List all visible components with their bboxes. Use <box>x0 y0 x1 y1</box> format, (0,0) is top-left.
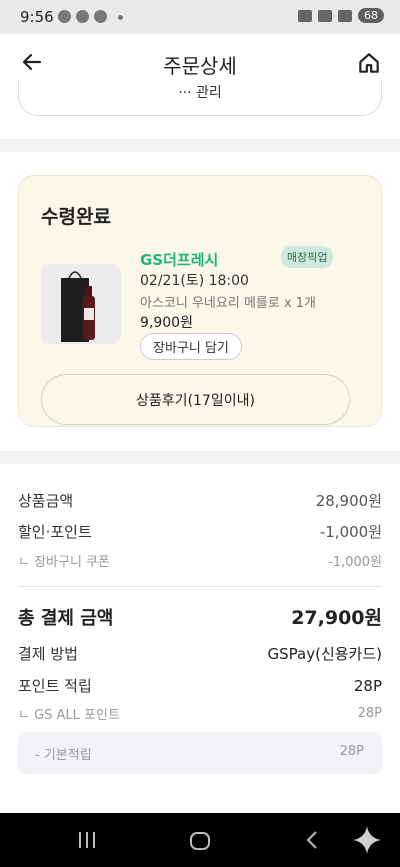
gs-all-points-label: ㄴ GS ALL 포인트 <box>18 708 120 723</box>
product-price: 9,900원 <box>140 315 193 331</box>
gs-all-points-row: ㄴ GS ALL 포인트 28P <box>18 704 382 723</box>
coupon-row: ㄴ 장바구니 쿠폰 -1,000원 <box>18 551 382 570</box>
product-name[interactable]: 아스코니 우네요리 메를로 x 1개 <box>140 292 316 311</box>
discount-row: 할인·포인트 -1,000원 <box>18 521 382 542</box>
product-review-button[interactable]: 상품후기(17일이내) <box>41 374 350 425</box>
coupon-value: -1,000원 <box>328 555 382 570</box>
order-date: 02/21(토) 18:00 <box>140 273 249 289</box>
whatsapp-icon <box>58 10 71 23</box>
product-image[interactable] <box>41 264 121 344</box>
section-divider <box>0 139 400 152</box>
system-home-icon[interactable] <box>190 832 210 850</box>
mute-icon <box>298 9 312 22</box>
store-name: GS더프레시 <box>140 251 219 269</box>
coupon-label: ㄴ 장바구니 쿠폰 <box>18 555 110 570</box>
summary-divider <box>18 586 382 587</box>
payment-method-label: 결제 방법 <box>18 645 78 663</box>
page-title: 주문상세 <box>163 54 237 78</box>
product-amount-row: 상품금액 28,900원 <box>18 490 382 511</box>
assistant-sparkle-icon[interactable] <box>352 825 382 855</box>
discount-label: 할인·포인트 <box>18 523 92 541</box>
discount-value: -1,000원 <box>319 523 382 541</box>
system-nav-bar <box>0 813 400 867</box>
gs-all-points-value: 28P <box>357 706 382 721</box>
order-card: 수령완료 GS더프레시 매장픽업 02/21(토) 18:00 아스코니 우네요… <box>18 175 382 427</box>
product-amount-value: 28,900원 <box>315 492 382 510</box>
signal-icon <box>338 9 352 22</box>
previous-card-label: ··· 관리 <box>178 85 222 101</box>
section-divider <box>0 451 400 464</box>
notification-dot-icon <box>118 15 123 20</box>
total-value: 27,900원 <box>291 607 382 629</box>
previous-card: ··· 관리 <box>18 80 382 116</box>
system-back-icon[interactable] <box>302 829 322 851</box>
wifi-icon <box>318 9 332 22</box>
payment-method-row: 결제 방법 GSPay(신용카드) <box>18 643 382 664</box>
order-status: 수령완료 <box>41 206 111 228</box>
basic-points-box: - 기본적립 28P <box>18 732 382 774</box>
payment-method-value: GSPay(신용카드) <box>267 645 383 663</box>
wine-bag-icon <box>41 264 121 344</box>
battery-indicator: 68 <box>358 8 384 23</box>
points-value: 28P <box>353 676 382 695</box>
status-bar: 9:56 68 <box>0 0 400 34</box>
add-to-cart-button[interactable]: 장바구니 담기 <box>140 333 242 360</box>
total-row: 총 결제 금액 27,900원 <box>18 603 382 630</box>
home-icon[interactable] <box>356 50 382 76</box>
recent-apps-icon[interactable] <box>79 832 95 848</box>
status-time: 9:56 <box>20 8 54 26</box>
basic-points-value: 28P <box>339 744 364 759</box>
pickup-badge: 매장픽업 <box>281 246 334 268</box>
talk-icon <box>94 10 107 23</box>
total-label: 총 결제 금액 <box>18 607 114 629</box>
points-label: 포인트 적립 <box>18 677 92 695</box>
points-row: 포인트 적립 28P <box>18 675 382 696</box>
basic-points-label: - 기본적립 <box>35 748 92 763</box>
product-amount-label: 상품금액 <box>18 492 74 510</box>
chat-icon <box>76 10 89 23</box>
